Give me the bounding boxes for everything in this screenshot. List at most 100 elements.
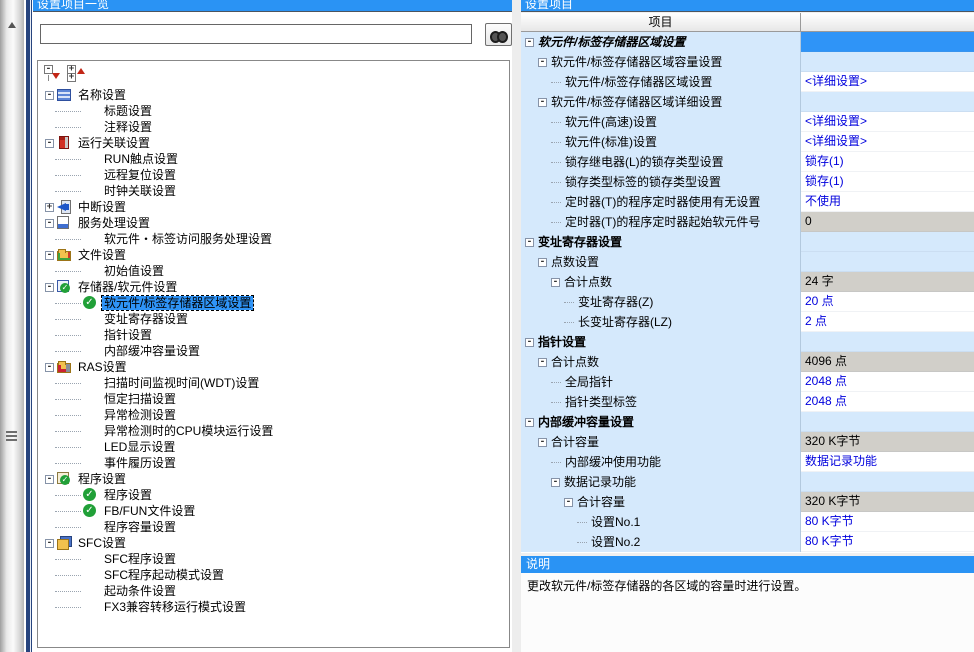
property-value[interactable]: 80 K字节 [801, 532, 974, 552]
tree-expander-icon[interactable]: - [45, 219, 54, 228]
collapse-all-button[interactable]: - [44, 65, 62, 82]
tree-expander-icon[interactable]: - [45, 251, 54, 260]
scroll-up-icon[interactable] [8, 22, 16, 28]
search-input[interactable] [40, 24, 472, 44]
property-value[interactable]: 锁存(1) [801, 172, 974, 192]
property-value[interactable]: 320 K字节 [801, 432, 974, 452]
tree-item[interactable]: 软元件・标签访问服务处理设置 [38, 231, 509, 247]
property-value[interactable]: 80 K字节 [801, 512, 974, 532]
tree-item[interactable]: -运行关联设置 [38, 135, 509, 151]
tree-item[interactable]: -SFC设置 [38, 535, 509, 551]
tree-item[interactable]: -文件设置 [38, 247, 509, 263]
property-label-cell[interactable]: -软元件/标签存储器区域详细设置 [521, 92, 801, 112]
row-expander-icon[interactable]: - [551, 478, 560, 487]
property-value[interactable]: 2048 点 [801, 392, 974, 412]
property-value[interactable]: <详细设置> [801, 132, 974, 152]
tree-item[interactable]: SFC程序设置 [38, 551, 509, 567]
tree-item[interactable]: 注释设置 [38, 119, 509, 135]
property-label-cell[interactable]: 锁存继电器(L)的锁存类型设置 [521, 152, 801, 172]
property-label-cell[interactable]: -指针设置 [521, 332, 801, 352]
panel-splitter[interactable] [512, 0, 521, 652]
tree-item[interactable]: 指针设置 [38, 327, 509, 343]
property-label-cell[interactable]: 内部缓冲使用功能 [521, 452, 801, 472]
property-value[interactable]: <详细设置> [801, 112, 974, 132]
property-label-cell[interactable]: -软元件/标签存储器区域容量设置 [521, 52, 801, 72]
tree-item[interactable]: 程序设置 [38, 487, 509, 503]
tree-expander-icon[interactable]: - [45, 539, 54, 548]
property-label-cell[interactable]: 长变址寄存器(LZ) [521, 312, 801, 332]
tree-item[interactable]: 起动条件设置 [38, 583, 509, 599]
property-value[interactable]: 锁存(1) [801, 152, 974, 172]
property-value[interactable]: <详细设置> [801, 72, 974, 92]
tree-item[interactable]: FB/FUN文件设置 [38, 503, 509, 519]
property-label-cell[interactable]: -合计点数 [521, 352, 801, 372]
row-expander-icon[interactable]: - [538, 98, 547, 107]
tree-item[interactable]: -存储器/软元件设置 [38, 279, 509, 295]
row-expander-icon[interactable]: - [525, 418, 534, 427]
property-label-cell[interactable]: 软元件(标准)设置 [521, 132, 801, 152]
property-label-cell[interactable]: 软元件(高速)设置 [521, 112, 801, 132]
property-label-cell[interactable]: 锁存类型标签的锁存类型设置 [521, 172, 801, 192]
property-label-cell[interactable]: -内部缓冲容量设置 [521, 412, 801, 432]
left-dock-scrollbar[interactable] [0, 0, 24, 652]
property-label-cell[interactable]: 定时器(T)的程序定时器起始软元件号 [521, 212, 801, 232]
tree-item[interactable]: 事件履历设置 [38, 455, 509, 471]
row-expander-icon[interactable]: - [538, 438, 547, 447]
row-expander-icon[interactable]: - [538, 258, 547, 267]
tree-expander-icon[interactable]: - [45, 475, 54, 484]
tree-item[interactable]: SFC程序起动模式设置 [38, 567, 509, 583]
tree-item[interactable]: 初始值设置 [38, 263, 509, 279]
property-label-cell[interactable]: -变址寄存器设置 [521, 232, 801, 252]
property-label-cell[interactable]: 软元件/标签存储器区域设置 [521, 72, 801, 92]
property-label-cell[interactable]: -数据记录功能 [521, 472, 801, 492]
row-expander-icon[interactable]: - [525, 38, 534, 47]
tree-item[interactable]: 变址寄存器设置 [38, 311, 509, 327]
property-label-cell[interactable]: -合计容量 [521, 432, 801, 452]
property-value[interactable]: 2048 点 [801, 372, 974, 392]
expand-all-button[interactable]: + + [67, 65, 85, 82]
tree-item[interactable]: RUN触点设置 [38, 151, 509, 167]
dock-grip-icon[interactable] [6, 431, 17, 443]
row-expander-icon[interactable]: - [538, 358, 547, 367]
tree-expander-icon[interactable]: + [45, 203, 54, 212]
property-label-cell[interactable]: -合计容量 [521, 492, 801, 512]
property-label-cell[interactable]: 变址寄存器(Z) [521, 292, 801, 312]
property-label-cell[interactable]: -软元件/标签存储器区域设置 [521, 32, 801, 52]
row-expander-icon[interactable]: - [525, 238, 534, 247]
property-value[interactable]: 4096 点 [801, 352, 974, 372]
tree-expander-icon[interactable]: - [45, 91, 54, 100]
tree-item[interactable]: LED显示设置 [38, 439, 509, 455]
row-expander-icon[interactable]: - [538, 58, 547, 67]
tree-item[interactable]: -RAS设置 [38, 359, 509, 375]
property-label-cell[interactable]: 定时器(T)的程序定时器使用有无设置 [521, 192, 801, 212]
tree-item[interactable]: 软元件/标签存储器区域设置 [38, 295, 509, 311]
property-label-cell[interactable]: 指针类型标签 [521, 392, 801, 412]
tree-item[interactable]: 异常检测时的CPU模块运行设置 [38, 423, 509, 439]
property-value[interactable]: 0 [801, 212, 974, 232]
property-label-cell[interactable]: -点数设置 [521, 252, 801, 272]
tree-item[interactable]: +中断设置 [38, 199, 509, 215]
row-expander-icon[interactable]: - [564, 498, 573, 507]
row-expander-icon[interactable]: - [551, 278, 560, 287]
tree-item[interactable]: 扫描时间监视时间(WDT)设置 [38, 375, 509, 391]
tree-item[interactable]: 远程复位设置 [38, 167, 509, 183]
tree-item[interactable]: 程序容量设置 [38, 519, 509, 535]
tree-item[interactable]: -程序设置 [38, 471, 509, 487]
tree-item[interactable]: 标题设置 [38, 103, 509, 119]
search-button[interactable] [485, 23, 512, 46]
property-value[interactable]: 数据记录功能 [801, 452, 974, 472]
tree-item[interactable]: 恒定扫描设置 [38, 391, 509, 407]
tree-item[interactable]: -服务处理设置 [38, 215, 509, 231]
tree-item[interactable]: 异常检测设置 [38, 407, 509, 423]
tree-expander-icon[interactable]: - [45, 363, 54, 372]
property-value[interactable]: 20 点 [801, 292, 974, 312]
property-value[interactable]: 24 字 [801, 272, 974, 292]
tree-item[interactable]: FX3兼容转移运行模式设置 [38, 599, 509, 615]
property-value[interactable]: 2 点 [801, 312, 974, 332]
tree-item[interactable]: 时钟关联设置 [38, 183, 509, 199]
property-label-cell[interactable]: 全局指针 [521, 372, 801, 392]
tree-expander-icon[interactable]: - [45, 139, 54, 148]
property-label-cell[interactable]: 设置No.1 [521, 512, 801, 532]
property-value[interactable]: 不使用 [801, 192, 974, 212]
property-value[interactable]: 320 K字节 [801, 492, 974, 512]
